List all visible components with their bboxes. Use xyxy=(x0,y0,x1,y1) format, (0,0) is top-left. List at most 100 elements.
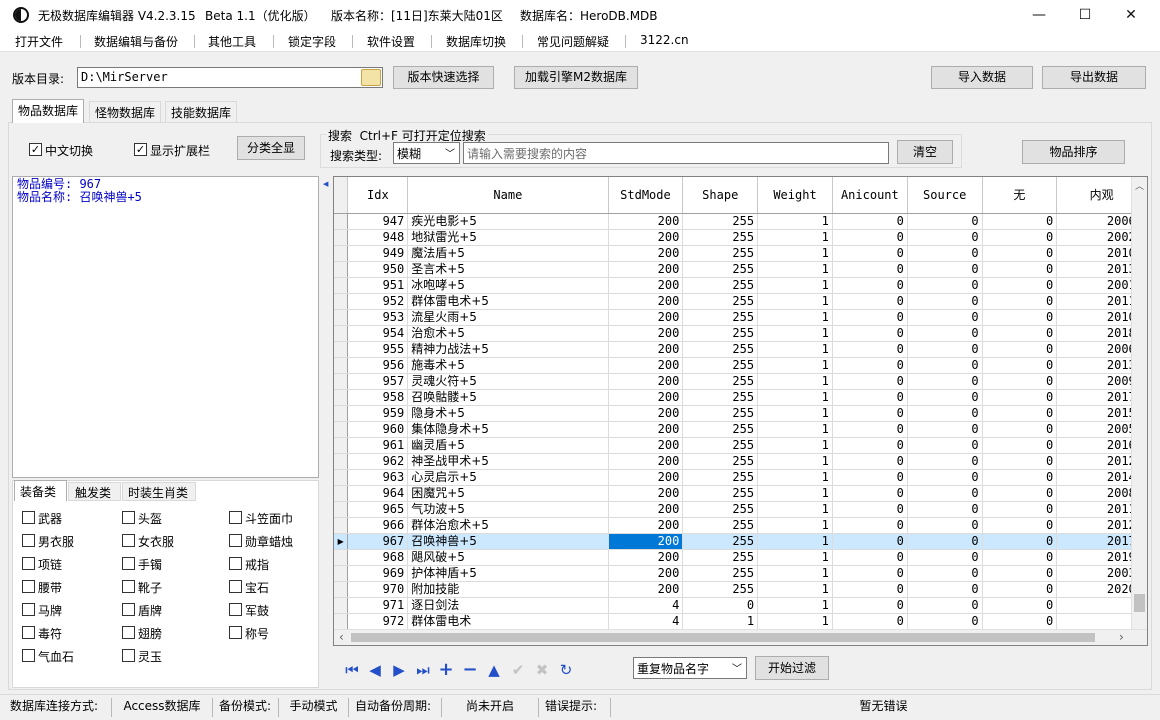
category-checkbox[interactable] xyxy=(229,603,242,616)
table-row[interactable]: 963 心灵启示+5 200 255 1 0 0 0 20149 xyxy=(334,469,1147,486)
import-button[interactable]: 导入数据 xyxy=(931,66,1033,89)
table-cell[interactable]: 1 xyxy=(757,261,833,278)
row-indicator[interactable] xyxy=(334,293,349,310)
table-cell[interactable]: 0 xyxy=(907,581,983,598)
row-indicator[interactable] xyxy=(334,437,349,454)
menu-switch-database[interactable]: 数据库切换 xyxy=(446,33,506,50)
search-type-select[interactable]: 模糊 ﹀ xyxy=(393,142,460,164)
table-cell[interactable]: 0 xyxy=(907,565,983,582)
folder-icon[interactable] xyxy=(361,69,381,86)
table-cell[interactable]: 200 xyxy=(608,309,684,326)
row-indicator[interactable] xyxy=(334,565,349,582)
table-cell[interactable]: 神圣战甲术+5 xyxy=(407,453,609,470)
table-cell[interactable]: 0 xyxy=(982,245,1058,262)
table-cell[interactable]: 968 xyxy=(347,549,409,566)
table-cell[interactable]: 1 xyxy=(757,325,833,342)
table-cell[interactable]: 0 xyxy=(832,357,908,374)
table-cell[interactable]: 200 xyxy=(608,453,684,470)
table-cell[interactable]: 959 xyxy=(347,405,409,422)
table-cell[interactable]: 施毒术+5 xyxy=(407,357,609,374)
table-cell[interactable]: 0 xyxy=(832,389,908,406)
table-cell[interactable]: 1 xyxy=(757,453,833,470)
category-checkbox[interactable] xyxy=(122,626,135,639)
category-checkbox[interactable] xyxy=(22,557,35,570)
table-cell[interactable]: 冰咆哮+5 xyxy=(407,277,609,294)
table-cell[interactable]: 0 xyxy=(832,309,908,326)
row-indicator[interactable] xyxy=(334,549,349,566)
table-cell[interactable]: 200 xyxy=(608,293,684,310)
column-header[interactable]: Idx xyxy=(347,177,409,214)
table-cell[interactable]: 0 xyxy=(907,309,983,326)
table-cell[interactable]: 0 xyxy=(832,565,908,582)
table-cell[interactable]: 949 xyxy=(347,245,409,262)
splitter[interactable]: ◀ xyxy=(322,176,331,688)
table-cell[interactable]: 1 xyxy=(757,485,833,502)
table-cell[interactable]: 0 xyxy=(832,293,908,310)
close-button[interactable]: ✕ xyxy=(1108,0,1154,30)
filter-select[interactable]: 重复物品名字 ﹀ xyxy=(633,657,747,679)
column-header[interactable]: Name xyxy=(407,177,609,214)
table-cell[interactable]: 0 xyxy=(907,437,983,454)
table-cell[interactable]: 0 xyxy=(982,261,1058,278)
row-indicator[interactable] xyxy=(334,245,349,262)
table-row[interactable]: 956 施毒术+5 200 255 1 0 0 0 20139 xyxy=(334,357,1147,374)
table-cell[interactable]: 961 xyxy=(347,437,409,454)
collapse-left-icon[interactable]: ◀ xyxy=(323,180,328,188)
table-cell[interactable]: 0 xyxy=(982,277,1058,294)
category-tab-trigger[interactable]: 触发类 xyxy=(68,482,121,501)
tab-monster-db[interactable]: 怪物数据库 xyxy=(89,101,162,122)
table-row[interactable]: 964 困魔咒+5 200 255 1 0 0 0 20084 xyxy=(334,485,1147,502)
menu-faq[interactable]: 常见问题解疑 xyxy=(537,33,609,50)
table-cell[interactable]: 1 xyxy=(682,613,759,630)
table-cell[interactable]: 0 xyxy=(907,229,983,246)
table-cell[interactable]: 0 xyxy=(982,293,1058,310)
table-cell[interactable]: 0 xyxy=(682,597,759,614)
maximize-button[interactable]: ☐ xyxy=(1062,0,1108,30)
table-cell[interactable]: 治愈术+5 xyxy=(407,325,609,342)
table-cell[interactable]: 970 xyxy=(347,581,409,598)
first-record-icon[interactable]: ⏮ xyxy=(342,660,362,680)
table-cell[interactable]: 0 xyxy=(907,277,983,294)
quick-select-button[interactable]: 版本快速选择 xyxy=(393,66,494,89)
table-cell[interactable]: 0 xyxy=(982,341,1058,358)
table-cell[interactable]: 948 xyxy=(347,229,409,246)
column-header[interactable]: 无 xyxy=(982,177,1058,214)
menu-settings[interactable]: 软件设置 xyxy=(367,33,415,50)
table-cell[interactable]: 1 xyxy=(757,389,833,406)
table-cell[interactable]: 1 xyxy=(757,517,833,534)
table-cell[interactable]: 1 xyxy=(757,421,833,438)
table-cell[interactable]: 0 xyxy=(982,533,1058,550)
minimize-button[interactable]: — xyxy=(1016,0,1062,30)
table-cell[interactable]: 255 xyxy=(682,309,759,326)
table-row[interactable]: 954 治愈术+5 200 255 1 0 0 0 20184 xyxy=(334,325,1147,342)
category-checkbox[interactable] xyxy=(22,603,35,616)
table-row[interactable]: 952 群体雷电术+5 200 255 1 0 0 0 20119 xyxy=(334,293,1147,310)
row-indicator[interactable] xyxy=(334,325,349,342)
row-indicator[interactable] xyxy=(334,581,349,598)
prev-record-icon[interactable]: ◀ xyxy=(365,660,385,680)
table-cell[interactable]: 召唤骷髅+5 xyxy=(407,389,609,406)
table-cell[interactable]: 群体雷电术+5 xyxy=(407,293,609,310)
table-cell[interactable]: 0 xyxy=(907,485,983,502)
chinese-switch-checkbox[interactable]: ✓ xyxy=(29,143,42,156)
table-cell[interactable]: 0 xyxy=(907,293,983,310)
table-cell[interactable]: 956 xyxy=(347,357,409,374)
table-cell[interactable]: 255 xyxy=(682,245,759,262)
category-tab-equipment[interactable]: 装备类 xyxy=(14,480,67,501)
table-cell[interactable]: 953 xyxy=(347,309,409,326)
table-cell[interactable]: 0 xyxy=(832,517,908,534)
table-row[interactable]: 953 流星火雨+5 200 255 1 0 0 0 20104 xyxy=(334,309,1147,326)
category-checkbox[interactable] xyxy=(122,511,135,524)
category-checkbox[interactable] xyxy=(122,557,135,570)
table-cell[interactable]: 0 xyxy=(832,533,908,550)
table-cell[interactable]: 0 xyxy=(982,405,1058,422)
table-cell[interactable]: 255 xyxy=(682,565,759,582)
table-cell[interactable]: 0 xyxy=(832,325,908,342)
table-cell[interactable]: 1 xyxy=(757,533,833,550)
table-cell[interactable]: 255 xyxy=(682,453,759,470)
table-cell[interactable]: 0 xyxy=(982,213,1058,230)
table-cell[interactable]: 255 xyxy=(682,485,759,502)
table-cell[interactable]: 255 xyxy=(682,389,759,406)
table-cell[interactable]: 1 xyxy=(757,501,833,518)
table-row[interactable]: 959 隐身术+5 200 255 1 0 0 0 20159 xyxy=(334,405,1147,422)
